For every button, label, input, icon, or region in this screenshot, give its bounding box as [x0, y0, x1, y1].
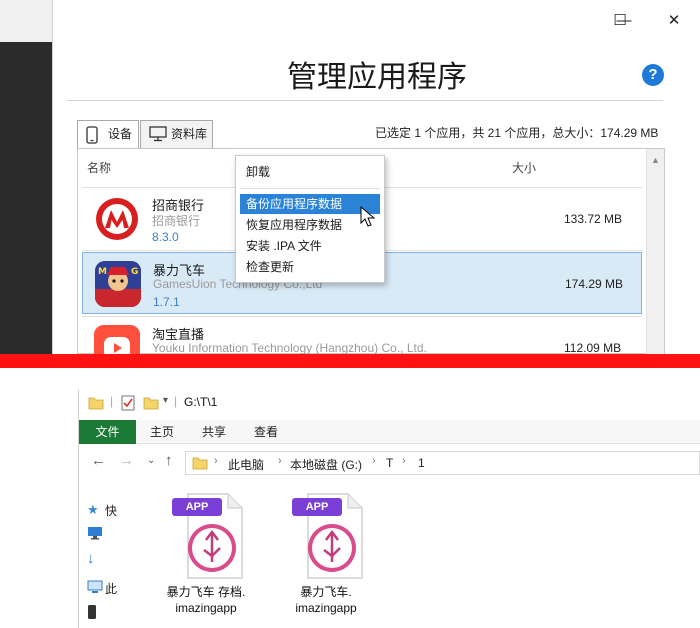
toolbar-separator: | [174, 394, 178, 408]
back-arrow-icon[interactable]: ← [91, 452, 106, 469]
app-row[interactable]: 淘宝直播 Youku Information Technology (Hangz… [82, 317, 642, 354]
maximize-button[interactable]: ☐ [605, 10, 635, 32]
monitor-icon [149, 126, 167, 142]
window-path-title: G:\T\1 [184, 395, 218, 409]
breadcrumb-separator-icon[interactable]: › [372, 455, 376, 467]
breadcrumb-this-pc[interactable]: 此电脑 [228, 456, 264, 473]
pc-icon [87, 580, 103, 593]
scrollbar[interactable]: ▲ [646, 149, 664, 354]
column-header-name[interactable]: 名称 [87, 159, 111, 176]
tab-home[interactable]: 主页 [139, 420, 185, 444]
close-button[interactable]: ✕ [659, 10, 689, 32]
cmb-app-icon [94, 196, 140, 242]
tab-file[interactable]: 文件 [79, 420, 136, 444]
app-version: 8.3.0 [152, 230, 179, 244]
nav-item-quick-access[interactable]: ★ 快 [87, 502, 117, 522]
app-size: 112.09 MB [564, 341, 622, 354]
ribbon-tabs: 文件 主页 共享 查看 [79, 420, 700, 444]
new-folder-icon[interactable] [143, 396, 159, 410]
imazing-window: — ☐ ✕ 管理应用程序 ? 设备 资料库 已选定 1 个应用，共 21 个应用… [0, 0, 700, 354]
download-icon: ↓ [87, 550, 95, 567]
red-divider [0, 354, 700, 368]
menu-separator [240, 188, 380, 189]
file-item[interactable]: APP 暴力飞车. imazingapp [266, 490, 386, 628]
star-icon: ★ [87, 502, 99, 517]
question-icon[interactable]: ? [642, 64, 664, 86]
tab-label: 资料库 [171, 127, 208, 141]
app-badge: APP [185, 501, 209, 513]
recent-locations-chevron-icon[interactable]: ⌄ [147, 455, 155, 466]
column-header-size[interactable]: 大小 [512, 159, 536, 176]
breadcrumb-separator-icon[interactable]: › [278, 455, 282, 467]
menu-item-restore-app-data[interactable]: 恢复应用程序数据 [240, 215, 380, 235]
app-size: 174.29 MB [565, 277, 624, 291]
breadcrumb-separator-icon[interactable]: › [402, 455, 406, 467]
svg-text:G: G [131, 267, 138, 277]
svg-text:M: M [98, 267, 107, 277]
address-bar[interactable]: › 此电脑 › 本地磁盘 (G:) › T › 1 [185, 451, 700, 475]
selection-summary: 已选定 1 个应用，共 21 个应用，总大小：174.29 MB [375, 126, 659, 140]
racing-game-app-icon: MG [95, 261, 141, 307]
menu-item-check-updates[interactable]: 检查更新 [240, 257, 380, 277]
file-item[interactable]: APP 暴力飞车 存档. imazingapp [146, 490, 266, 628]
nav-item-this-pc[interactable]: 此 [87, 580, 117, 600]
page-title: 管理应用程序 [287, 61, 467, 94]
navigation-pane: ★ 快 ↓ 此 [79, 488, 141, 628]
app-version: 1.7.1 [153, 295, 180, 309]
desktop-icon [88, 527, 102, 540]
chevron-up-icon[interactable]: ▲ [651, 155, 660, 165]
file-explorer-window: | ▾ | G:\T\1 文件 主页 共享 查看 ← → ⌄ ↑ › 此电脑 ›… [0, 368, 700, 628]
tab-view[interactable]: 查看 [243, 420, 289, 444]
mouse-cursor-icon [360, 206, 376, 227]
file-name: 暴力飞车 存档. imazingapp [166, 585, 246, 615]
app-vendor: 招商银行 [152, 214, 201, 228]
menu-item-install-ipa[interactable]: 安装 .IPA 文件 [240, 236, 380, 256]
menu-item-backup-app-data[interactable]: 备份应用程序数据 [240, 194, 380, 214]
file-name: 暴力飞车. imazingapp [295, 585, 357, 615]
menu-item-uninstall[interactable]: 卸载 [240, 162, 380, 182]
chevron-down-icon[interactable]: ▾ [163, 395, 168, 406]
breadcrumb-separator-icon[interactable]: › [214, 455, 218, 467]
phone-icon [86, 126, 98, 144]
phone-icon [88, 605, 96, 619]
properties-icon[interactable] [121, 395, 135, 411]
app-badge: APP [305, 501, 329, 513]
tab-device[interactable]: 设备 [77, 120, 139, 150]
app-sidebar [0, 42, 52, 354]
toolbar-separator: | [110, 394, 114, 408]
divider [67, 100, 663, 101]
breadcrumb-drive[interactable]: 本地磁盘 (G:) [290, 456, 362, 473]
taobao-live-app-icon [94, 325, 140, 354]
folder-icon[interactable] [88, 396, 104, 410]
tab-share[interactable]: 共享 [191, 420, 237, 444]
app-size: 133.72 MB [564, 212, 623, 226]
app-vendor: Youku Information Technology (Hangzhou) … [152, 341, 427, 354]
navigation-bar: ← → ⌄ ↑ › 此电脑 › 本地磁盘 (G:) › T › 1 [79, 448, 700, 478]
breadcrumb-folder-1[interactable]: 1 [418, 456, 425, 470]
tab-library[interactable]: 资料库 [140, 120, 213, 148]
forward-arrow-icon[interactable]: → [119, 452, 134, 469]
up-arrow-icon[interactable]: ↑ [165, 452, 173, 469]
breadcrumb-folder-t[interactable]: T [386, 456, 393, 470]
folder-icon [192, 457, 208, 470]
tab-label: 设备 [108, 127, 133, 141]
